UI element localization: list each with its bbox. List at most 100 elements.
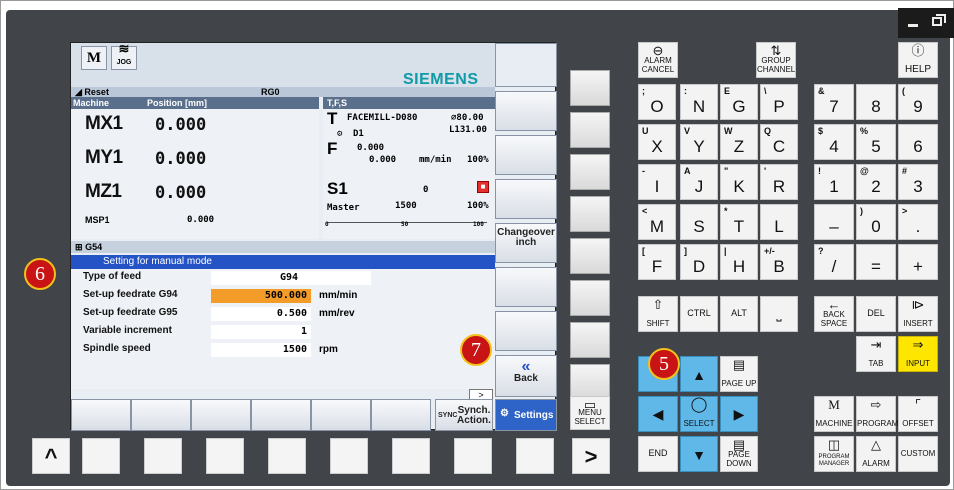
- machine-key[interactable]: M MACHINE: [814, 396, 854, 432]
- key-x[interactable]: UX: [638, 124, 676, 160]
- insert-key[interactable]: ⧐ INSERT: [898, 296, 938, 332]
- key-num-1[interactable]: 8: [856, 84, 896, 120]
- horizontal-softkey-2[interactable]: [131, 399, 191, 431]
- key-s[interactable]: S: [680, 204, 718, 240]
- backspace-key[interactable]: ← BACK SPACE: [814, 296, 854, 332]
- tab-key[interactable]: ⇥ TAB: [856, 336, 896, 372]
- settings-softkey[interactable]: ⚙ Settings: [495, 399, 557, 431]
- bottom-softkey-3[interactable]: [206, 438, 244, 474]
- bottom-softkey-4[interactable]: [268, 438, 306, 474]
- key-n[interactable]: :N: [680, 84, 718, 120]
- group-channel-key[interactable]: ⇅ GROUP CHANNEL: [756, 42, 796, 78]
- key-num-12[interactable]: ? /: [814, 244, 854, 280]
- key-num-4[interactable]: % 5: [856, 124, 896, 160]
- ctrl-key[interactable]: CTRL: [680, 296, 718, 332]
- variable-increment-field[interactable]: 1: [211, 325, 311, 339]
- cursor-down-key[interactable]: ▼: [680, 436, 718, 472]
- key-b[interactable]: +/- B: [760, 244, 798, 280]
- key-num-10[interactable]: ) 0: [856, 204, 896, 240]
- page-down-key[interactable]: ▤ PAGE DOWN: [720, 436, 758, 472]
- key-k[interactable]: " K: [720, 164, 758, 200]
- bottom-softkey-7[interactable]: [454, 438, 492, 474]
- custom-key[interactable]: CUSTOM: [898, 436, 938, 472]
- program-key[interactable]: ⇨ PROGRAM: [856, 396, 898, 432]
- shift-key[interactable]: ⇧ SHIFT: [638, 296, 678, 332]
- end-key[interactable]: END: [638, 436, 678, 472]
- del-key[interactable]: DEL: [856, 296, 896, 332]
- key-m[interactable]: < M: [638, 204, 676, 240]
- side-key-3[interactable]: [570, 154, 610, 190]
- key-num-8[interactable]: #3: [898, 164, 938, 200]
- key-c[interactable]: QC: [760, 124, 798, 160]
- key-j[interactable]: AJ: [680, 164, 718, 200]
- bottom-softkey-6[interactable]: [392, 438, 430, 474]
- type-of-feed-field[interactable]: G94: [211, 271, 371, 285]
- horizontal-softkey-5[interactable]: [311, 399, 371, 431]
- input-key[interactable]: ⇒ INPUT: [898, 336, 938, 372]
- horizontal-softkey-1[interactable]: [71, 399, 131, 431]
- recall-up-key[interactable]: ^: [32, 438, 70, 474]
- synch-action-softkey[interactable]: SYNC Synch. Action.: [435, 399, 493, 431]
- side-key-4[interactable]: [570, 196, 610, 232]
- side-key-2[interactable]: [570, 112, 610, 148]
- key-num-9[interactable]: –: [814, 204, 854, 240]
- side-key-7[interactable]: [570, 322, 610, 358]
- offset-key[interactable]: ⌜ OFFSET: [898, 396, 938, 432]
- alt-key[interactable]: ALT: [720, 296, 758, 332]
- bottom-softkey-1[interactable]: [82, 438, 120, 474]
- key-f[interactable]: [F: [638, 244, 676, 280]
- horizontal-softkey-3[interactable]: [191, 399, 251, 431]
- key-num-5[interactable]: 6: [898, 124, 938, 160]
- key-o[interactable]: ; O: [638, 84, 676, 120]
- vertical-softkey-6[interactable]: [495, 267, 557, 307]
- restore-icon[interactable]: [932, 14, 946, 26]
- key-t[interactable]: * T: [720, 204, 758, 240]
- key-num-14[interactable]: +: [898, 244, 938, 280]
- help-key[interactable]: ⓘ HELP: [898, 42, 938, 78]
- key-num-11[interactable]: >.: [898, 204, 938, 240]
- space-key[interactable]: ⎵: [760, 296, 798, 332]
- key-num-13[interactable]: =: [856, 244, 896, 280]
- side-key-1[interactable]: [570, 70, 610, 106]
- side-key-5[interactable]: [570, 238, 610, 274]
- key-d[interactable]: ] D: [680, 244, 718, 280]
- vertical-softkey-3[interactable]: [495, 135, 557, 175]
- key-h[interactable]: | H: [720, 244, 758, 280]
- menu-select-key[interactable]: ▭ MENU SELECT: [570, 396, 610, 430]
- bottom-softkey-5[interactable]: [330, 438, 368, 474]
- minimize-icon[interactable]: [908, 24, 918, 27]
- page-up-key[interactable]: ▤ PAGE UP: [720, 356, 758, 392]
- key-g[interactable]: EG: [720, 84, 758, 120]
- alarm-cancel-key[interactable]: ⊖ ALARM CANCEL: [638, 42, 678, 78]
- spindle-speed-field[interactable]: 1500: [211, 343, 311, 357]
- changeover-inch-softkey[interactable]: Changeover inch: [495, 223, 557, 263]
- alarm-key[interactable]: △ ALARM: [856, 436, 896, 472]
- feedrate-g94-field[interactable]: 500.000: [211, 289, 311, 303]
- feedrate-g95-field[interactable]: 0.500: [211, 307, 311, 321]
- vertical-softkey-2[interactable]: [495, 91, 557, 131]
- vertical-softkey-7[interactable]: [495, 311, 557, 351]
- key-p[interactable]: \ P: [760, 84, 798, 120]
- key-num-6[interactable]: ! 1: [814, 164, 854, 200]
- horizontal-softkey-4[interactable]: [251, 399, 311, 431]
- key-l[interactable]: L: [760, 204, 798, 240]
- key-num-0[interactable]: & 7: [814, 84, 854, 120]
- key-y[interactable]: VY: [680, 124, 718, 160]
- key-num-2[interactable]: (9: [898, 84, 938, 120]
- bottom-softkey-2[interactable]: [144, 438, 182, 474]
- key-num-7[interactable]: @2: [856, 164, 896, 200]
- cursor-left-key[interactable]: ◀: [638, 396, 678, 432]
- key-i[interactable]: -I: [638, 164, 676, 200]
- side-key-6[interactable]: [570, 280, 610, 316]
- etc-right-key[interactable]: >: [572, 438, 610, 474]
- cursor-right-key[interactable]: ▶: [720, 396, 758, 432]
- select-key[interactable]: ◯ SELECT: [680, 396, 718, 432]
- key-num-3[interactable]: $4: [814, 124, 854, 160]
- vertical-softkey-1[interactable]: [495, 43, 557, 87]
- program-manager-key[interactable]: ◫ PROGRAM MANAGER: [814, 436, 854, 472]
- key-z[interactable]: WZ: [720, 124, 758, 160]
- cursor-up-key[interactable]: ▲: [680, 356, 718, 392]
- back-softkey[interactable]: «Back: [495, 355, 557, 397]
- side-key-8[interactable]: [570, 364, 610, 400]
- vertical-softkey-4[interactable]: [495, 179, 557, 219]
